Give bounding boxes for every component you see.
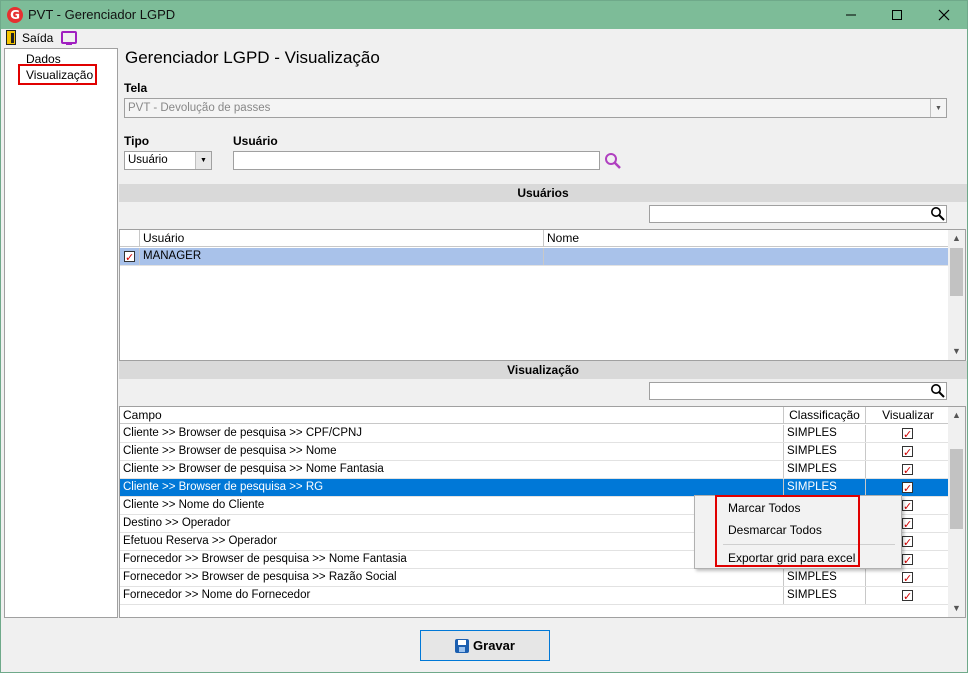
checkbox[interactable] — [902, 534, 913, 550]
annotation-highlight-box — [18, 64, 97, 85]
usuarios-grid-header: Usuário Nome — [120, 230, 950, 247]
usuarios-scrollbar[interactable]: ▲ ▼ — [948, 230, 965, 360]
search-icon[interactable] — [930, 383, 946, 399]
save-button-label: Gravar — [473, 638, 515, 653]
table-row[interactable]: Cliente >> Browser de pesquisa >> Nome F… — [120, 461, 950, 479]
usuario-cell: MANAGER — [140, 248, 544, 265]
floppy-disk-icon — [455, 638, 470, 653]
monitor-icon[interactable] — [61, 31, 77, 45]
table-row[interactable]: Cliente >> Browser de pesquisa >> CPF/CP… — [120, 425, 950, 443]
usuario-label: Usuário — [233, 134, 278, 148]
checkbox[interactable] — [902, 552, 913, 568]
tela-label: Tela — [124, 81, 148, 95]
visualizar-cell[interactable] — [866, 443, 950, 460]
campo-cell: Cliente >> Browser de pesquisa >> Nome — [120, 443, 784, 460]
chevron-down-icon[interactable]: ▼ — [930, 99, 946, 117]
checkbox[interactable] — [902, 462, 913, 478]
exit-menu-item[interactable]: Saída — [22, 31, 53, 45]
classificacao-cell: SIMPLES — [784, 425, 866, 442]
usuarios-section-header: Usuários — [119, 184, 967, 202]
scroll-down-icon[interactable]: ▼ — [948, 600, 965, 617]
maximize-button[interactable] — [874, 1, 920, 29]
chevron-down-icon[interactable]: ▼ — [195, 152, 211, 169]
tela-select-value: PVT - Devolução de passes — [128, 102, 271, 114]
visualizar-cell[interactable] — [866, 479, 950, 496]
visualizar-cell[interactable] — [866, 569, 950, 586]
campo-cell: Fornecedor >> Browser de pesquisa >> Nom… — [120, 551, 784, 568]
visualizar-cell[interactable] — [866, 461, 950, 478]
window-title: PVT - Gerenciador LGPD — [28, 7, 176, 22]
campo-cell: Fornecedor >> Nome do Fornecedor — [120, 587, 784, 604]
table-row[interactable]: Fornecedor >> Nome do Fornecedor SIMPLES — [120, 587, 950, 605]
visualizacao-grid-header: Campo Classificação Visualizar — [120, 407, 950, 424]
save-button[interactable]: Gravar — [420, 630, 550, 661]
search-icon[interactable] — [930, 206, 946, 222]
annotation-highlight-box — [715, 495, 860, 567]
column-header-usuario[interactable]: Usuário — [140, 230, 544, 247]
tela-select[interactable]: PVT - Devolução de passes ▼ — [124, 98, 947, 118]
usuario-input[interactable] — [233, 151, 600, 170]
tipo-label: Tipo — [124, 134, 150, 148]
campo-cell: Fornecedor >> Browser de pesquisa >> Raz… — [120, 569, 784, 586]
checkbox[interactable] — [902, 588, 913, 604]
campo-cell: Cliente >> Nome do Cliente — [120, 497, 784, 514]
scroll-thumb[interactable] — [950, 248, 963, 296]
maximize-icon — [892, 10, 902, 20]
navigation-tree: Dados Visualização — [4, 48, 118, 618]
checkbox[interactable] — [902, 426, 913, 442]
scroll-up-icon[interactable]: ▲ — [948, 230, 965, 247]
tipo-select-value: Usuário — [128, 154, 168, 166]
campo-cell: Cliente >> Browser de pesquisa >> RG — [120, 479, 784, 496]
close-icon — [938, 9, 950, 21]
header-check-column — [120, 230, 140, 247]
exit-door-icon[interactable] — [6, 30, 16, 45]
scroll-thumb[interactable] — [950, 449, 963, 529]
campo-cell: Cliente >> Browser de pesquisa >> CPF/CP… — [120, 425, 784, 442]
classificacao-cell: SIMPLES — [784, 587, 866, 604]
visualizacao-search-input[interactable] — [649, 382, 947, 400]
scroll-down-icon[interactable]: ▼ — [948, 343, 965, 360]
row-check-cell[interactable] — [120, 248, 140, 265]
checkbox[interactable] — [902, 516, 913, 532]
table-row[interactable]: MANAGER — [120, 248, 950, 266]
tipo-select[interactable]: Usuário ▼ — [124, 151, 212, 170]
table-row[interactable]: Cliente >> Browser de pesquisa >> Nome SI… — [120, 443, 950, 461]
campo-cell: Destino >> Operador — [120, 515, 784, 532]
column-header-campo[interactable]: Campo — [120, 407, 784, 424]
minimize-button[interactable] — [828, 1, 874, 29]
usuarios-search-input[interactable] — [649, 205, 947, 223]
page-title: Gerenciador LGPD - Visualização — [125, 48, 380, 67]
campo-cell: Efetuou Reserva >> Operador — [120, 533, 784, 550]
classificacao-cell: SIMPLES — [784, 479, 866, 496]
column-header-visualizar[interactable]: Visualizar — [866, 407, 950, 424]
checkbox[interactable] — [124, 249, 135, 265]
campo-cell: Cliente >> Browser de pesquisa >> Nome F… — [120, 461, 784, 478]
minimize-icon — [846, 14, 856, 16]
app-window: G PVT - Gerenciador LGPD Saída Dados Vis… — [0, 0, 968, 673]
table-row[interactable]: Fornecedor >> Browser de pesquisa >> Raz… — [120, 569, 950, 587]
menu-bar: Saída — [1, 29, 967, 47]
usuarios-grid: Usuário Nome MANAGER ▲ ▼ — [119, 229, 966, 361]
checkbox[interactable] — [902, 498, 913, 514]
column-header-nome[interactable]: Nome — [544, 230, 950, 247]
column-header-classificacao[interactable]: Classificação — [784, 407, 866, 424]
checkbox[interactable] — [902, 480, 913, 496]
checkbox[interactable] — [902, 570, 913, 586]
visualizacao-section-header: Visualização — [119, 361, 967, 379]
classificacao-cell: SIMPLES — [784, 461, 866, 478]
search-icon[interactable] — [604, 152, 622, 170]
nome-cell — [544, 248, 950, 265]
visualizar-cell[interactable] — [866, 425, 950, 442]
scroll-up-icon[interactable]: ▲ — [948, 407, 965, 424]
checkbox[interactable] — [902, 444, 913, 460]
classificacao-cell: SIMPLES — [784, 569, 866, 586]
title-bar: G PVT - Gerenciador LGPD — [1, 1, 967, 29]
app-logo-icon: G — [7, 7, 23, 23]
close-button[interactable] — [921, 1, 967, 29]
visualizacao-scrollbar[interactable]: ▲ ▼ — [948, 407, 965, 617]
classificacao-cell: SIMPLES — [784, 443, 866, 460]
visualizar-cell[interactable] — [866, 587, 950, 604]
